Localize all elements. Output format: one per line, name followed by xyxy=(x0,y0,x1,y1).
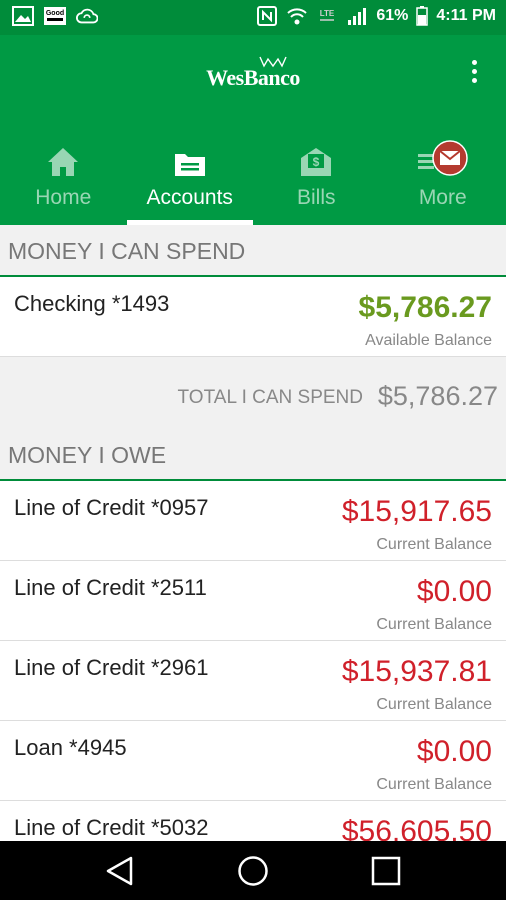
nfc-icon xyxy=(257,6,278,26)
wifi-icon xyxy=(287,8,308,25)
total-spend-label: TOTAL I CAN SPEND xyxy=(177,387,363,408)
back-icon[interactable] xyxy=(103,855,137,887)
account-name: Line of Credit *5032 xyxy=(14,815,209,840)
account-name: Line of Credit *2961 xyxy=(14,655,209,680)
account-balance: $0.00 xyxy=(416,575,492,608)
battery-percent: 61% xyxy=(376,7,409,24)
sync-cloud-icon xyxy=(76,8,98,24)
tab-bills-label: Bills xyxy=(296,186,336,209)
status-bar: Good LTE 61% 4:11 PM xyxy=(0,0,506,35)
good-app-icon: Good xyxy=(44,7,66,25)
account-row[interactable]: Line of Credit *2961 $15,937.81 Current … xyxy=(0,641,506,721)
mail-badge-icon xyxy=(417,140,468,176)
tab-accounts-label: Accounts xyxy=(146,186,233,209)
account-row[interactable]: Line of Credit *2511 $0.00 Current Balan… xyxy=(0,561,506,641)
accounts-icon xyxy=(174,154,205,176)
section-header-owe: MONEY I OWE xyxy=(0,429,506,481)
home-circle-icon[interactable] xyxy=(236,855,270,887)
accounts-list[interactable]: MONEY I CAN SPEND Checking *1493 $5,786.… xyxy=(0,225,506,841)
gallery-icon xyxy=(12,6,34,26)
lte-icon: LTE xyxy=(320,9,335,21)
account-row[interactable]: Line of Credit *5032 $56,605.50 xyxy=(0,801,506,841)
overflow-menu-icon[interactable] xyxy=(464,60,484,88)
svg-text:Good: Good xyxy=(46,10,64,17)
section-header-spend: MONEY I CAN SPEND xyxy=(0,225,506,277)
recents-icon[interactable] xyxy=(369,855,403,887)
brand-logo: WesBanco xyxy=(206,65,300,90)
app-header: WesBanco Home Accounts $ Bills More xyxy=(0,35,506,225)
total-spend-row: TOTAL I CAN SPEND $5,786.27 xyxy=(0,357,506,429)
balance-label: Current Balance xyxy=(376,536,492,553)
account-balance: $0.00 xyxy=(416,735,492,768)
account-balance: $56,605.50 xyxy=(341,815,492,841)
tab-bills[interactable]: $ Bills xyxy=(253,140,380,225)
tab-bar: Home Accounts $ Bills More xyxy=(0,140,506,225)
account-balance: $5,786.27 xyxy=(358,291,492,324)
account-name: Line of Credit *2511 xyxy=(14,575,207,600)
account-balance: $15,917.65 xyxy=(341,495,492,528)
account-row[interactable]: Loan *4945 $0.00 Current Balance xyxy=(0,721,506,801)
account-balance: $15,937.81 xyxy=(341,655,492,688)
tab-more[interactable]: More xyxy=(380,140,506,225)
account-row[interactable]: Checking *1493 $5,786.27 Available Balan… xyxy=(0,277,506,357)
balance-label: Current Balance xyxy=(376,696,492,713)
account-row[interactable]: Line of Credit *0957 $15,917.65 Current … xyxy=(0,481,506,561)
signal-icon xyxy=(348,8,367,25)
account-name: Checking *1493 xyxy=(14,291,170,316)
battery-icon xyxy=(416,6,429,26)
home-icon xyxy=(48,148,79,176)
svg-text:$: $ xyxy=(313,155,320,169)
tab-home-label: Home xyxy=(35,186,92,209)
total-spend-value: $5,786.27 xyxy=(377,381,498,411)
clock: 4:11 PM xyxy=(436,7,496,24)
tab-accounts[interactable]: Accounts xyxy=(126,140,253,225)
account-name: Loan *4945 xyxy=(14,735,127,760)
tab-home[interactable]: Home xyxy=(0,140,127,225)
account-name: Line of Credit *0957 xyxy=(14,495,209,520)
balance-label: Available Balance xyxy=(365,332,492,349)
svg-text:LTE: LTE xyxy=(320,9,335,18)
balance-label: Current Balance xyxy=(376,616,492,633)
tab-more-label: More xyxy=(418,186,467,209)
balance-label: Current Balance xyxy=(376,776,492,793)
system-nav-bar xyxy=(0,841,506,900)
bills-icon: $ xyxy=(301,148,332,176)
